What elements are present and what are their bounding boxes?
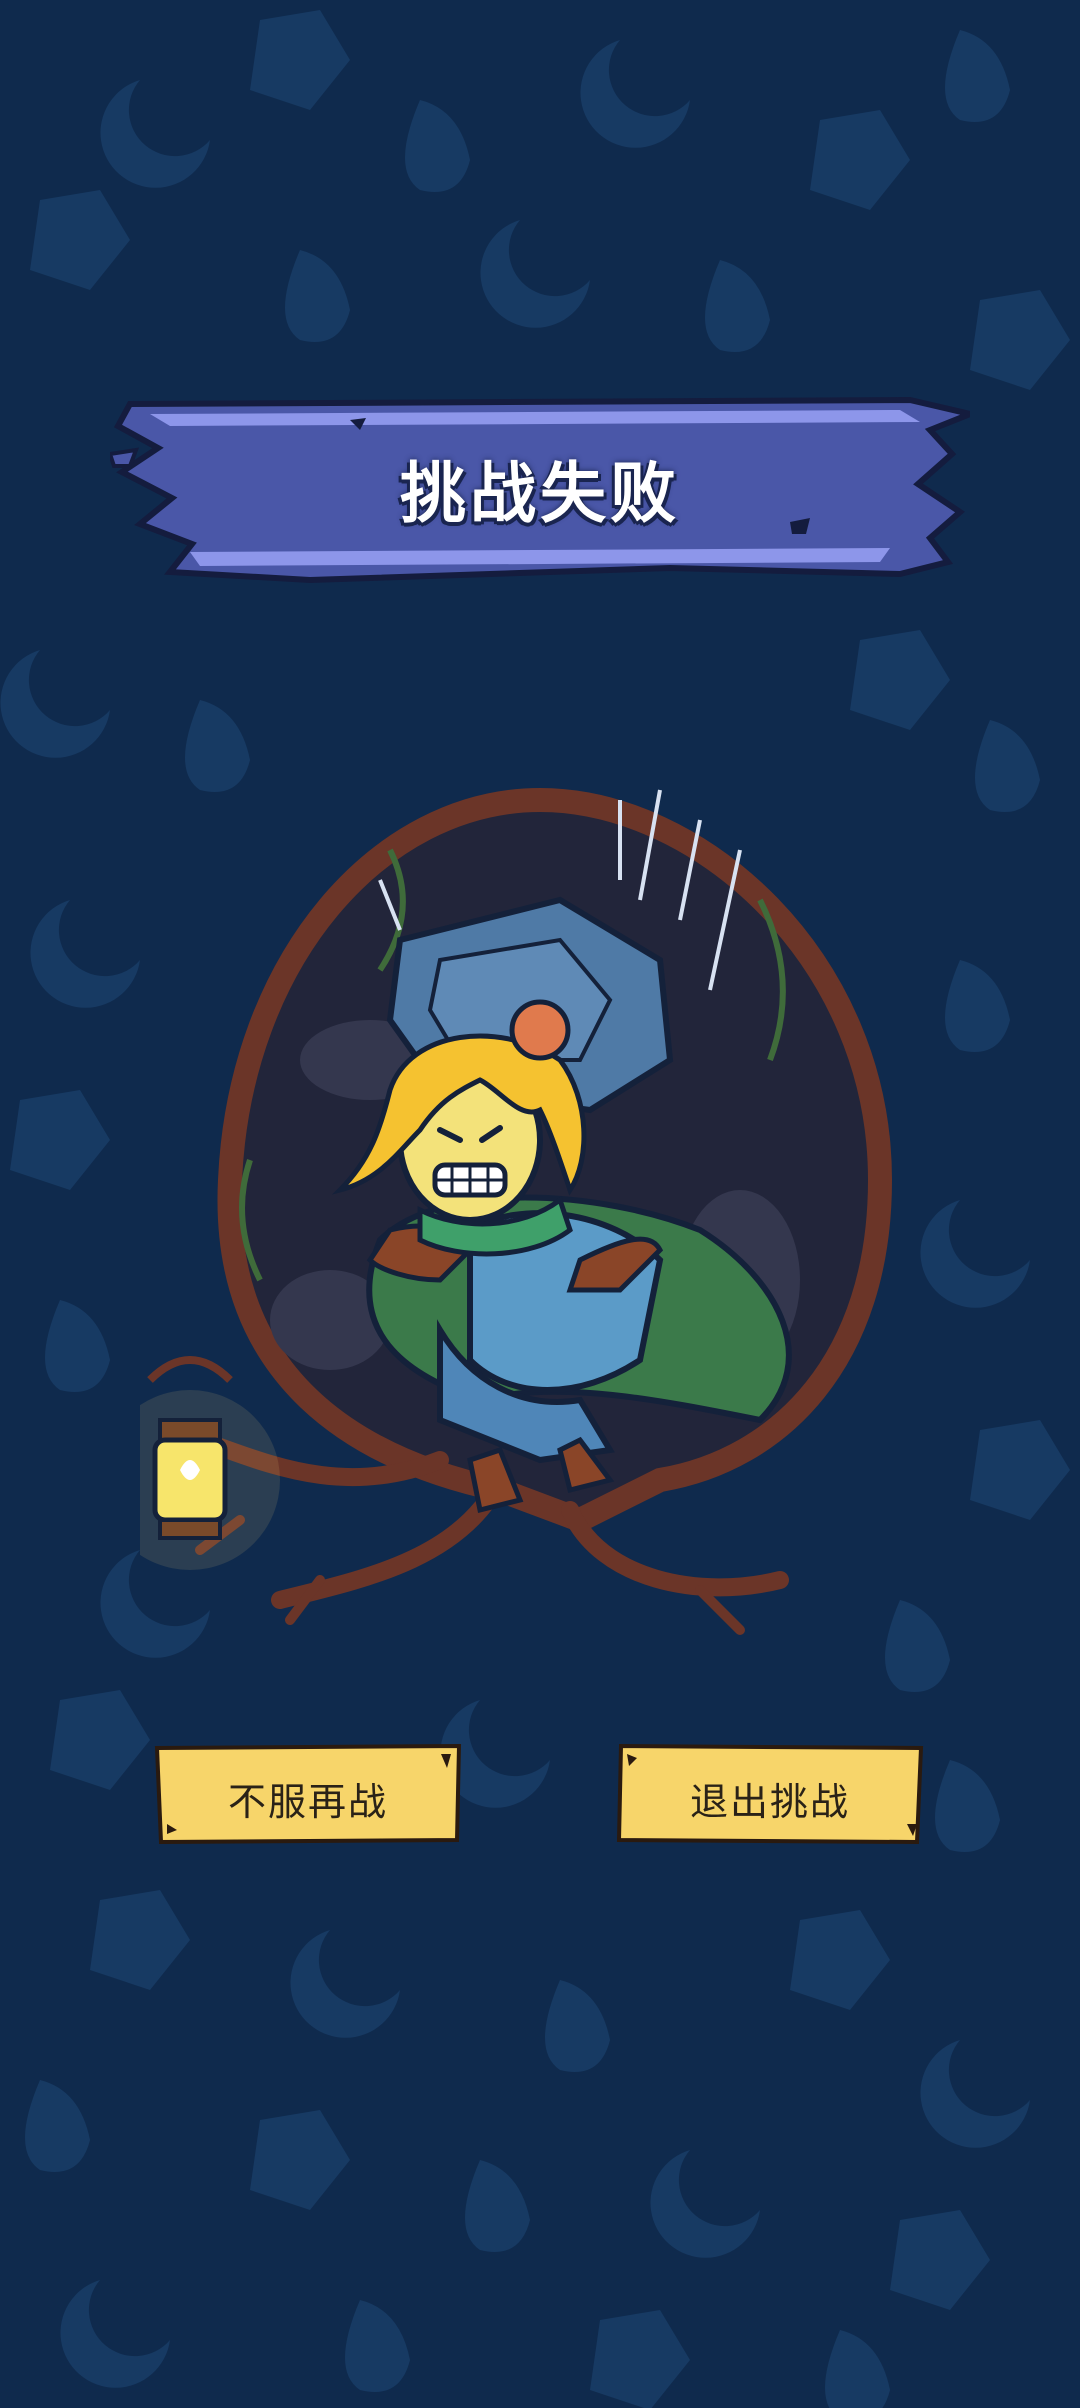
defeat-illustration: [140, 787, 893, 1635]
page-title: 挑战失败: [400, 455, 680, 532]
exit-button[interactable]: 退出挑战: [615, 1744, 925, 1844]
retry-button[interactable]: 不服再战: [153, 1744, 463, 1844]
lantern-icon: [140, 1356, 280, 1570]
exit-button-label: 退出挑战: [689, 1780, 850, 1824]
retry-button-label: 不服再战: [227, 1780, 388, 1824]
title-banner: 挑战失败: [110, 392, 970, 592]
